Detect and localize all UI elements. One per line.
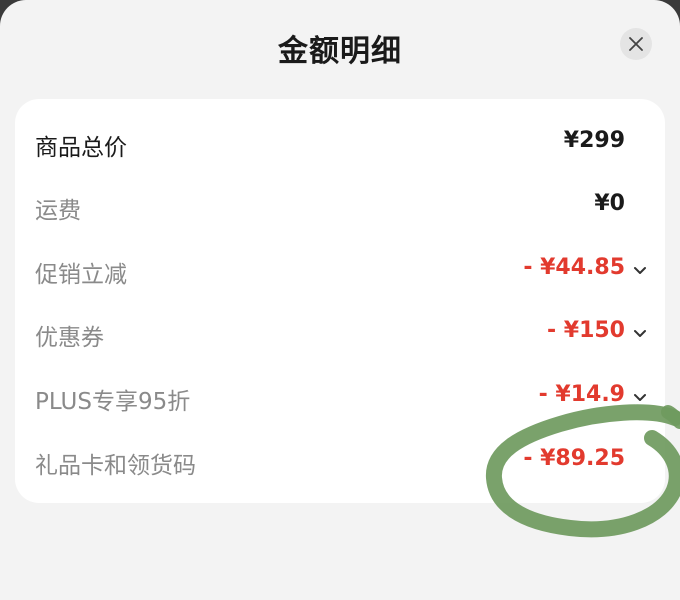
close-icon [629, 37, 643, 51]
chevron-down-icon[interactable] [633, 393, 647, 403]
sheet-title: 金额明细 [278, 34, 402, 69]
chevron-down-icon[interactable] [633, 266, 647, 276]
gift-card-value: - ¥89.25 [523, 446, 625, 471]
coupon-value: - ¥150 [546, 318, 625, 343]
row-item-total: 商品总价 ¥299 [15, 112, 665, 175]
promotion-discount-label: 促销立减 [35, 262, 127, 288]
plus-discount-value: - ¥14.9 [538, 382, 625, 407]
shipping-value: ¥0 [594, 191, 625, 216]
gift-card-label: 礼品卡和领货码 [35, 453, 196, 479]
amount-detail-sheet: 金额明细 商品总价 ¥299 运费 ¥0 促销立减 - ¥44.85 优惠券 -… [0, 0, 680, 600]
plus-discount-label: PLUS专享95折 [35, 389, 191, 415]
row-coupon[interactable]: 优惠券 - ¥150 [15, 302, 665, 365]
shipping-label: 运费 [35, 198, 81, 224]
row-gift-card: 礼品卡和领货码 - ¥89.25 [15, 430, 665, 493]
item-total-value: ¥299 [563, 128, 625, 153]
coupon-label: 优惠券 [35, 325, 104, 351]
chevron-down-icon[interactable] [633, 329, 647, 339]
item-total-label: 商品总价 [35, 135, 127, 161]
row-shipping: 运费 ¥0 [15, 175, 665, 238]
promotion-discount-value: - ¥44.85 [523, 255, 625, 280]
row-plus-discount[interactable]: PLUS专享95折 - ¥14.9 [15, 366, 665, 429]
close-button[interactable] [620, 28, 652, 60]
row-promotion-discount[interactable]: 促销立减 - ¥44.85 [15, 239, 665, 302]
price-breakdown-card: 商品总价 ¥299 运费 ¥0 促销立减 - ¥44.85 优惠券 - ¥150… [15, 99, 665, 503]
